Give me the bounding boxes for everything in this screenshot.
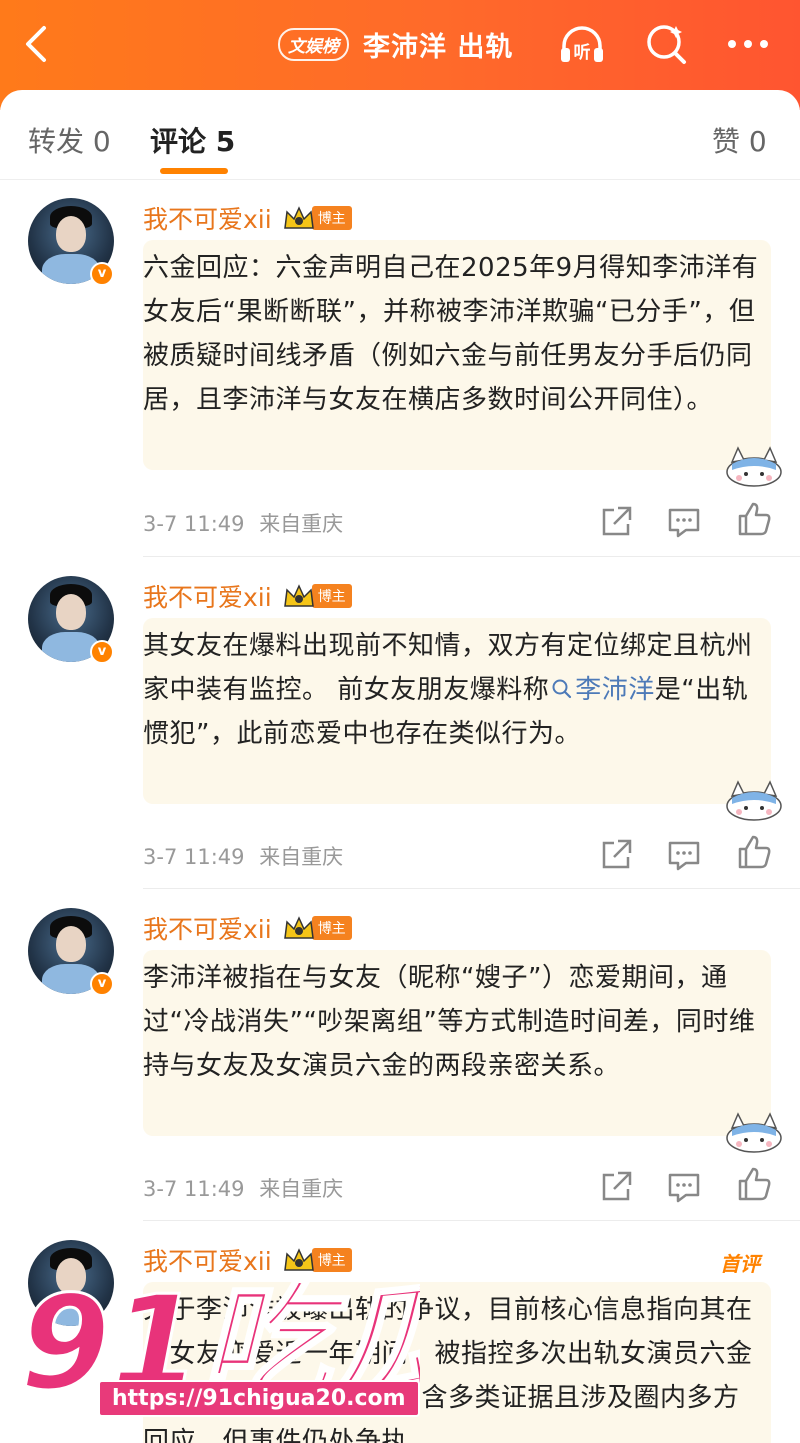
comment-text: 关于李沛洋被曝出轨的争议，目前核心信息指向其在与女友恋爱近一年期间，被指控多次出… bbox=[143, 1295, 753, 1443]
divider bbox=[143, 556, 800, 557]
comment-meta: 3-7 11:49 来自重庆 bbox=[143, 841, 343, 871]
comment-text: 其女友在爆料出现前不知情，双方有定位绑定且杭州家中装有监控。 前女友朋友爆料称李… bbox=[143, 624, 763, 756]
share-icon[interactable] bbox=[596, 1167, 636, 1207]
cat-sticker-icon bbox=[726, 780, 782, 821]
crown-icon bbox=[283, 916, 314, 939]
watermark-url: https://91chigua20.com bbox=[98, 1380, 420, 1417]
share-icon[interactable] bbox=[596, 502, 636, 542]
username[interactable]: 我不可爱xii bbox=[143, 200, 272, 236]
tab-bar: 转发 0 评论 5 赞 0 bbox=[0, 90, 800, 180]
username[interactable]: 我不可爱xii bbox=[143, 578, 272, 614]
divider bbox=[143, 1220, 800, 1221]
cat-sticker-icon bbox=[726, 1112, 782, 1153]
comment-time: 3-7 11:49 bbox=[143, 845, 245, 869]
crown-icon bbox=[283, 584, 314, 607]
blogger-tag: 博主 bbox=[311, 916, 352, 940]
avatar[interactable] bbox=[28, 1240, 114, 1326]
share-icon[interactable] bbox=[596, 835, 636, 875]
comment-location: 来自重庆 bbox=[259, 845, 344, 869]
like-icon[interactable] bbox=[734, 500, 774, 540]
tab-likes[interactable]: 赞 0 bbox=[712, 120, 767, 160]
tab-reposts[interactable]: 转发 0 bbox=[28, 120, 111, 160]
headphones-icon[interactable]: 听 bbox=[556, 20, 608, 68]
crown-icon bbox=[283, 1248, 314, 1271]
comment-time: 3-7 11:49 bbox=[143, 512, 245, 536]
comment-location: 来自重庆 bbox=[259, 512, 344, 536]
comment-text: 李沛洋被指在与女友（昵称“嫂子”）恋爱期间，通过“冷战消失”“吵架离组”等方式制… bbox=[143, 963, 756, 1081]
like-icon[interactable] bbox=[734, 1165, 774, 1205]
blogger-tag: 博主 bbox=[311, 584, 352, 608]
first-comment-badge: 首评 bbox=[720, 1252, 760, 1276]
listen-label: 听 bbox=[574, 42, 591, 63]
comment-time: 3-7 11:49 bbox=[143, 1177, 245, 1201]
crown-icon bbox=[283, 206, 314, 229]
reply-icon[interactable] bbox=[664, 1167, 704, 1207]
topic-title: 李沛洋 出轨 bbox=[363, 31, 514, 63]
more-icon[interactable] bbox=[722, 20, 774, 68]
comment-text: 六金回应：六金声明自己在2025年9月得知李沛洋有女友后“果断断联”，并称被李沛… bbox=[143, 253, 759, 415]
hot-list-badge[interactable]: 文娱榜 bbox=[278, 27, 349, 61]
verified-badge-icon: v bbox=[90, 262, 114, 286]
search-icon[interactable] bbox=[640, 20, 692, 68]
header-title: 文娱榜 李沛洋 出轨 bbox=[278, 24, 513, 64]
comment-meta: 3-7 11:49 来自重庆 bbox=[143, 1173, 343, 1203]
back-arrow-icon[interactable] bbox=[18, 20, 58, 68]
reply-icon[interactable] bbox=[664, 502, 704, 542]
verified-badge-icon: v bbox=[90, 972, 114, 996]
tab-active-indicator bbox=[160, 168, 228, 174]
blogger-tag: 博主 bbox=[311, 1248, 352, 1272]
username[interactable]: 我不可爱xii bbox=[143, 1242, 272, 1278]
topic-link[interactable]: 李沛洋 bbox=[549, 675, 655, 705]
comment-header: 我不可爱xii 博主 bbox=[143, 910, 352, 946]
tab-comments[interactable]: 评论 5 bbox=[150, 120, 235, 160]
topic-link-label: 李沛洋 bbox=[575, 675, 655, 705]
search-icon bbox=[552, 679, 572, 699]
comment-location: 来自重庆 bbox=[259, 1177, 344, 1201]
comment-meta: 3-7 11:49 来自重庆 bbox=[143, 508, 343, 538]
blogger-tag: 博主 bbox=[311, 206, 352, 230]
like-icon[interactable] bbox=[734, 833, 774, 873]
divider bbox=[143, 888, 800, 889]
comment-header: 我不可爱xii 博主 bbox=[143, 1242, 352, 1278]
comment-header: 我不可爱xii 博主 bbox=[143, 200, 352, 236]
reply-icon[interactable] bbox=[664, 835, 704, 875]
comment-header: 我不可爱xii 博主 bbox=[143, 578, 352, 614]
username[interactable]: 我不可爱xii bbox=[143, 910, 272, 946]
cat-sticker-icon bbox=[726, 446, 782, 487]
verified-badge-icon: v bbox=[90, 640, 114, 664]
